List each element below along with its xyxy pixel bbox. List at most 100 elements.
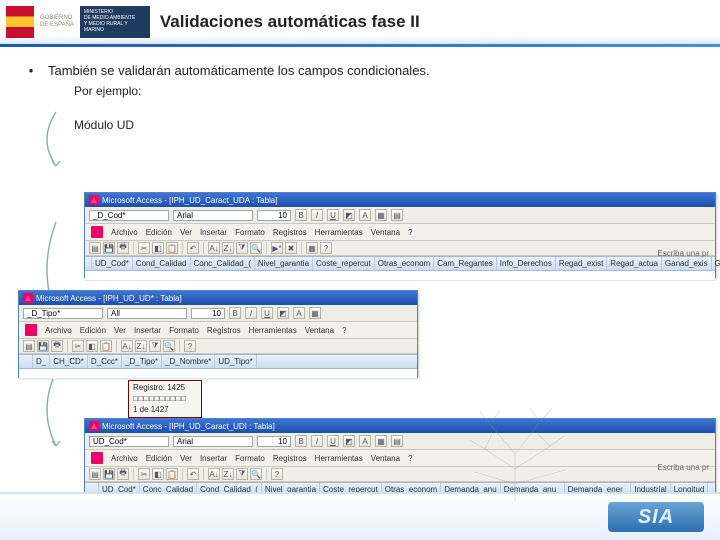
help-button[interactable]: ? — [320, 242, 332, 254]
menu-item-ver[interactable]: Ver — [180, 228, 192, 237]
menu-item-insertar[interactable]: Insertar — [134, 326, 161, 335]
font-selector[interactable]: All — [107, 308, 187, 319]
column-header[interactable]: _D_Nombre* — [162, 355, 215, 368]
column-header[interactable]: Regad_actua — [607, 257, 662, 270]
cut-button[interactable]: ✂ — [138, 242, 150, 254]
column-header[interactable]: D_ — [33, 355, 50, 368]
column-header[interactable]: Info_Derechos — [497, 257, 556, 270]
sort-asc-button[interactable]: A↓ — [121, 340, 133, 352]
paste-button[interactable]: 📋 — [166, 242, 178, 254]
border-button[interactable]: ▦ — [375, 435, 387, 447]
column-header[interactable]: CH_CD* — [50, 355, 88, 368]
undo-button[interactable]: ↶ — [187, 468, 199, 480]
column-header[interactable]: Ganad_exis — [662, 257, 712, 270]
menu-item-archivo[interactable]: Archivo — [45, 326, 72, 335]
copy-button[interactable]: ◧ — [86, 340, 98, 352]
cut-button[interactable]: ✂ — [72, 340, 84, 352]
filter-button[interactable]: ⧩ — [149, 340, 161, 352]
save-button[interactable]: 💾 — [103, 468, 115, 480]
menu-item-herramientas[interactable]: Herramientas — [315, 228, 363, 237]
delete-record-button[interactable]: ✖ — [285, 242, 297, 254]
column-header[interactable]: Conc_Calidad_( — [191, 257, 255, 270]
font-color-button[interactable]: A — [359, 209, 371, 221]
table-row[interactable] — [85, 271, 715, 281]
italic-button[interactable]: I — [311, 435, 323, 447]
column-header[interactable]: Cam_Regantes — [434, 257, 497, 270]
help-button[interactable]: ? — [184, 340, 196, 352]
menu-item-ver[interactable]: Ver — [114, 326, 126, 335]
print-button[interactable]: 🖶 — [117, 468, 129, 480]
column-header[interactable]: D_Ccc* — [88, 355, 122, 368]
column-header[interactable]: Regad_exist — [556, 257, 607, 270]
view-button[interactable]: ▤ — [89, 242, 101, 254]
sort-asc-button[interactable]: A↓ — [208, 468, 220, 480]
menu-item-help[interactable]: ? — [342, 326, 346, 335]
copy-button[interactable]: ◧ — [152, 468, 164, 480]
column-header[interactable]: Coste_repercut — [313, 257, 375, 270]
paste-button[interactable]: 📋 — [100, 340, 112, 352]
menu-item-archivo[interactable]: Archivo — [111, 228, 138, 237]
view-button[interactable]: ▤ — [89, 468, 101, 480]
font-selector[interactable]: Arial — [173, 436, 253, 447]
field-selector[interactable]: _D_Tipo* — [23, 308, 103, 319]
menu-item-insertar[interactable]: Insertar — [200, 454, 227, 463]
column-header[interactable]: UD_Tipo* — [215, 355, 256, 368]
menu-item-help[interactable]: ? — [408, 454, 412, 463]
menu-item-ventana[interactable]: Ventana — [371, 228, 400, 237]
save-button[interactable]: 💾 — [37, 340, 49, 352]
status-nav-buttons[interactable]: □□□□□□□□□□ — [133, 394, 197, 405]
grid-button[interactable]: ▤ — [391, 209, 403, 221]
menu-item-herramientas[interactable]: Herramientas — [315, 454, 363, 463]
find-button[interactable]: 🔍 — [163, 340, 175, 352]
menu-item-archivo[interactable]: Archivo — [111, 454, 138, 463]
fontsize-selector[interactable]: 10 — [257, 436, 291, 447]
italic-button[interactable]: I — [311, 209, 323, 221]
column-header[interactable]: UD_Cod* — [92, 257, 133, 270]
save-button[interactable]: 💾 — [103, 242, 115, 254]
grid-button[interactable]: ▤ — [391, 435, 403, 447]
bold-button[interactable]: B — [295, 209, 307, 221]
menu-item-herramientas[interactable]: Herramientas — [249, 326, 297, 335]
row-selector[interactable] — [19, 355, 33, 368]
menu-item-formato[interactable]: Formato — [169, 326, 199, 335]
column-header[interactable]: Otras_econom — [375, 257, 434, 270]
menu-item-formato[interactable]: Formato — [235, 228, 265, 237]
menu-item-ventana[interactable]: Ventana — [305, 326, 334, 335]
row-selector[interactable] — [85, 257, 92, 270]
print-button[interactable]: 🖶 — [51, 340, 63, 352]
column-header[interactable]: Cond_Calidad — [133, 257, 191, 270]
new-record-button[interactable]: ▶* — [271, 242, 283, 254]
bold-button[interactable]: B — [295, 435, 307, 447]
italic-button[interactable]: I — [245, 307, 257, 319]
menu-item-registros[interactable]: Registros — [273, 228, 307, 237]
menu-item-edicion[interactable]: Edición — [80, 326, 106, 335]
font-selector[interactable]: Arial — [173, 210, 253, 221]
sort-desc-button[interactable]: Z↓ — [135, 340, 147, 352]
paste-button[interactable]: 📋 — [166, 468, 178, 480]
fontsize-selector[interactable]: 10 — [257, 210, 291, 221]
menu-item-insertar[interactable]: Insertar — [200, 228, 227, 237]
table-row[interactable] — [19, 369, 417, 379]
border-button[interactable]: ▦ — [309, 307, 321, 319]
menu-item-help[interactable]: ? — [408, 228, 412, 237]
fill-color-button[interactable]: ◩ — [343, 435, 355, 447]
filter-button[interactable]: ⧩ — [236, 468, 248, 480]
underline-button[interactable]: U — [327, 209, 339, 221]
bold-button[interactable]: B — [229, 307, 241, 319]
sort-desc-button[interactable]: Z↓ — [222, 468, 234, 480]
find-button[interactable]: 🔍 — [250, 468, 262, 480]
column-header[interactable]: Ganad_actua — [712, 257, 720, 270]
field-selector[interactable]: _D_Cod* — [89, 210, 169, 221]
border-button[interactable]: ▦ — [375, 209, 387, 221]
cut-button[interactable]: ✂ — [138, 468, 150, 480]
font-color-button[interactable]: A — [293, 307, 305, 319]
view-button[interactable]: ▤ — [23, 340, 35, 352]
menu-item-registros[interactable]: Registros — [273, 454, 307, 463]
db-window-button[interactable]: ▦ — [306, 242, 318, 254]
menu-item-registros[interactable]: Registros — [207, 326, 241, 335]
column-header[interactable]: Nivel_garantia — [255, 257, 313, 270]
underline-button[interactable]: U — [261, 307, 273, 319]
sort-desc-button[interactable]: Z↓ — [222, 242, 234, 254]
fill-color-button[interactable]: ◩ — [277, 307, 289, 319]
help-button[interactable]: ? — [271, 468, 283, 480]
